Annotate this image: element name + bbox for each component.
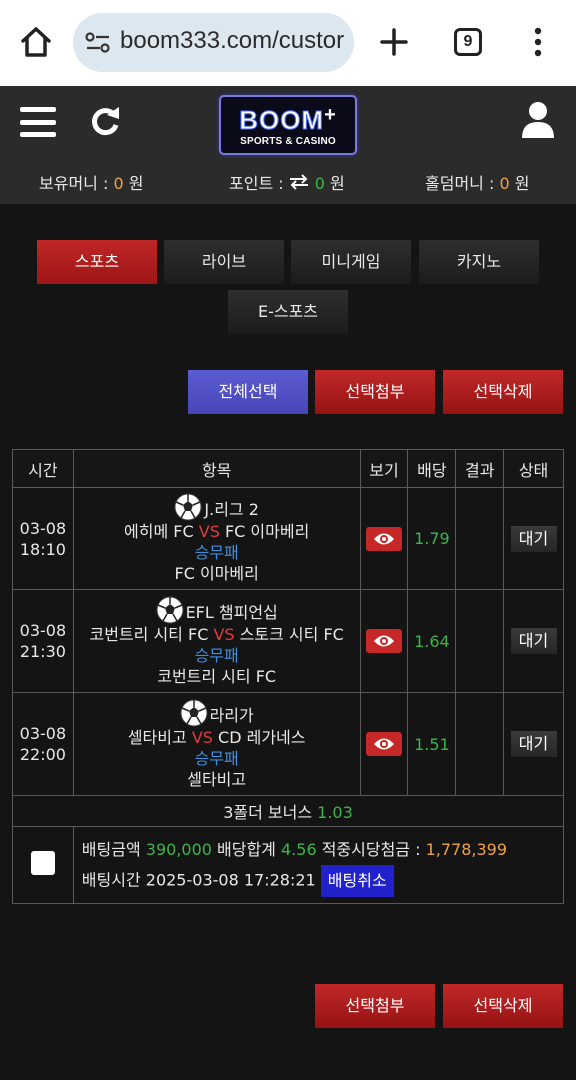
tab-sports[interactable]: 스포츠 [37,240,157,284]
more-menu-icon[interactable] [528,24,548,60]
eye-icon [373,635,394,647]
site-settings-icon[interactable] [85,31,111,55]
col-status: 상태 [503,449,564,488]
address-bar[interactable]: boom333.com/custor [73,13,354,72]
user-icon[interactable] [520,100,556,140]
match-time: 03-08 21:30 [12,589,74,693]
site-logo[interactable]: BOOM+ SPORTS & CASINO [219,95,357,155]
menu-icon[interactable] [20,107,56,137]
eye-icon [373,738,394,750]
odds-value: 1.64 [407,589,457,693]
points: 포인트 : 0 원 [229,174,345,193]
col-result: 결과 [455,449,505,488]
col-view: 보기 [359,449,409,488]
attach-selected-button-bottom[interactable]: 선택첨부 [315,984,435,1028]
col-item: 항목 [72,449,361,488]
status-badge[interactable]: 대기 [510,731,557,757]
odds-value: 1.79 [407,487,457,590]
exchange-icon[interactable] [289,174,309,190]
result-value [455,589,505,693]
view-button[interactable] [365,629,402,653]
balance-row: 보유머니 : 0 원 포인트 : 0 원 홀덤머니 : 0 원 [0,170,576,194]
delete-selected-button[interactable]: 선택삭제 [443,370,563,414]
tab-casino[interactable]: 카지노 [419,240,539,284]
status-badge[interactable]: 대기 [510,628,557,654]
match-info: 라리가 셀타비고 VS CD 레가네스 승무패 셀타비고 [72,692,361,796]
table-row: 03-08 22:00 라리가 셀타비고 VS CD 레가네스 승무패 셀타비고 … [12,692,564,796]
match-info: J.리그 2 에히메 FC VS FC 이마베리 승무패 FC 이마베리 [72,487,361,590]
site-header: BOOM+ SPORTS & CASINO 보유머니 : 0 원 포인트 : 0… [0,86,576,204]
tab-esports[interactable]: E-스포츠 [228,290,348,334]
table-row: 03-08 21:30 EFL 챔피언십 코번트리 시티 FC VS 스토크 시티… [12,589,564,693]
cancel-bet-button[interactable]: 배팅취소 [320,865,394,897]
view-button[interactable] [365,526,402,551]
soccer-ball-icon [156,596,184,623]
table-row: 03-08 18:10 J.리그 2 에히메 FC VS FC 이마베리 승무패 … [12,487,564,590]
holdem-money: 홀덤머니 : 0 원 [425,174,530,193]
view-button[interactable] [365,732,402,756]
bet-select-checkbox[interactable] [30,851,55,875]
bet-slip-row: 배팅금액 390,000 배당합계 4.56 적중시당첨금 : 1,778,39… [12,826,565,904]
col-time: 시간 [12,449,74,488]
result-value [455,487,505,590]
tab-count-button[interactable]: 9 [454,28,482,56]
home-icon[interactable] [18,24,54,60]
attach-selected-button[interactable]: 선택첨부 [315,370,435,414]
col-odds: 배당 [407,449,457,488]
refresh-icon[interactable] [88,104,122,138]
bet-slip-summary: 배팅금액 390,000 배당합계 4.56 적중시당첨금 : 1,778,39… [72,826,565,904]
table-header-row: 시간 항목 보기 배당 결과 상태 [12,449,564,488]
eye-icon [373,533,394,544]
bonus-row: 3폴더 보너스 1.03 [12,795,564,827]
result-value [455,692,505,796]
browser-toolbar: boom333.com/custor 9 [0,0,576,86]
match-time: 03-08 22:00 [12,692,74,796]
odds-value: 1.51 [407,692,457,796]
select-all-button[interactable]: 전체선택 [188,370,308,414]
bet-history-table: 시간 항목 보기 배당 결과 상태 03-08 18:10 J.리그 2 에히메 … [12,449,565,904]
tab-minigame[interactable]: 미니게임 [291,240,411,284]
new-tab-icon[interactable] [376,24,412,60]
status-badge[interactable]: 대기 [510,525,557,552]
url-text: boom333.com/custor [120,27,345,54]
match-time: 03-08 18:10 [12,487,74,590]
tab-live[interactable]: 라이브 [164,240,284,284]
match-info: EFL 챔피언십 코번트리 시티 FC VS 스토크 시티 FC 승무패 코번트… [72,589,361,693]
soccer-ball-icon [174,493,202,521]
held-money: 보유머니 : 0 원 [39,174,144,193]
delete-selected-button-bottom[interactable]: 선택삭제 [443,984,563,1028]
soccer-ball-icon [180,699,208,726]
